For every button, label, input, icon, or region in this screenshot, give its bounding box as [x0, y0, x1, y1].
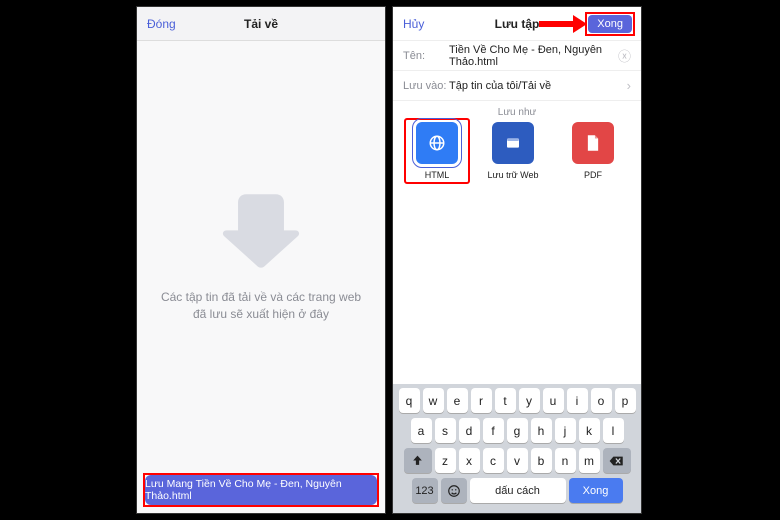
right-header: Hủy Lưu tập Xong	[393, 7, 641, 41]
done-button[interactable]: Xong	[588, 15, 632, 33]
red-arrow-icon	[539, 15, 587, 33]
backspace-icon	[609, 455, 624, 467]
key-d[interactable]: d	[459, 418, 480, 443]
download-toast[interactable]: Lưu Mang Tiền Về Cho Mẹ - Đen, Nguyên Th…	[145, 475, 377, 505]
left-phone-downloads: Đóng Tải về Các tập tin đã tải về và các…	[136, 6, 386, 514]
empty-state: Các tập tin đã tải về và các trang web đ…	[137, 41, 385, 473]
key-emoji[interactable]	[441, 478, 467, 503]
filename-input[interactable]: Tiền Về Cho Mẹ - Đen, Nguyên Thảo.html	[449, 44, 618, 68]
key-return[interactable]: Xong	[569, 478, 623, 503]
key-y[interactable]: y	[519, 388, 540, 413]
shift-icon	[411, 454, 424, 467]
save-title: Lưu tập	[495, 17, 540, 31]
kb-row-4: 123 dấu cách Xong	[396, 478, 638, 503]
empty-text-line-1: Các tập tin đã tải về và các trang web	[161, 289, 361, 306]
key-i[interactable]: i	[567, 388, 588, 413]
clear-icon[interactable]: ⓧ	[618, 46, 631, 65]
chevron-right-icon: ›	[627, 78, 631, 93]
key-j[interactable]: j	[555, 418, 576, 443]
spacer	[393, 188, 641, 384]
done-area: Xong	[539, 12, 635, 36]
kb-row-2: a s d f g h j k l	[396, 418, 638, 443]
highlight-box-download: Lưu Mang Tiền Về Cho Mẹ - Đen, Nguyên Th…	[143, 473, 379, 507]
key-u[interactable]: u	[543, 388, 564, 413]
format-option-pdf[interactable]: PDF	[560, 122, 626, 180]
kb-row-1: q w e r t y u i o p	[396, 388, 638, 413]
key-t[interactable]: t	[495, 388, 516, 413]
key-z[interactable]: z	[435, 448, 456, 473]
key-h[interactable]: h	[531, 418, 552, 443]
left-header: Đóng Tải về	[137, 7, 385, 41]
key-n[interactable]: n	[555, 448, 576, 473]
filename-label: Tên:	[403, 50, 449, 62]
key-b[interactable]: b	[531, 448, 552, 473]
key-shift[interactable]	[404, 448, 432, 473]
key-l[interactable]: l	[603, 418, 624, 443]
key-g[interactable]: g	[507, 418, 528, 443]
key-v[interactable]: v	[507, 448, 528, 473]
key-c[interactable]: c	[483, 448, 504, 473]
cancel-button[interactable]: Hủy	[403, 17, 424, 31]
highlight-box-done: Xong	[585, 12, 635, 36]
key-x[interactable]: x	[459, 448, 480, 473]
key-e[interactable]: e	[447, 388, 468, 413]
saveto-label: Lưu vào:	[403, 80, 449, 92]
format-picker: HTML Lưu trữ Web PDF	[393, 122, 641, 188]
key-s[interactable]: s	[435, 418, 456, 443]
keyboard: q w e r t y u i o p a s d f g h j k l z	[393, 384, 641, 513]
key-a[interactable]: a	[411, 418, 432, 443]
format-option-webarchive[interactable]: Lưu trữ Web	[480, 122, 546, 180]
saveto-value: Tập tin của tôi/Tải về	[449, 80, 627, 92]
key-m[interactable]: m	[579, 448, 600, 473]
saveto-row[interactable]: Lưu vào: Tập tin của tôi/Tải về ›	[393, 71, 641, 101]
key-w[interactable]: w	[423, 388, 444, 413]
download-bar-area: Lưu Mang Tiền Về Cho Mẹ - Đen, Nguyên Th…	[137, 473, 385, 513]
key-backspace[interactable]	[603, 448, 631, 473]
page-title: Tải về	[244, 17, 278, 31]
key-f[interactable]: f	[483, 418, 504, 443]
key-space[interactable]: dấu cách	[470, 478, 566, 503]
format-label-webarchive: Lưu trữ Web	[480, 170, 546, 180]
format-option-html[interactable]: HTML	[404, 118, 470, 184]
key-123[interactable]: 123	[412, 478, 438, 503]
right-phone-save: Hủy Lưu tập Xong Tên: Tiền Về Cho Mẹ - Đ…	[392, 6, 642, 514]
kb-row-3: z x c v b n m	[396, 448, 638, 473]
html-icon	[416, 122, 458, 164]
empty-text-line-2: đã lưu sẽ xuất hiện ở đây	[193, 306, 329, 323]
pdf-icon	[572, 122, 614, 164]
emoji-icon	[447, 484, 461, 498]
close-button[interactable]: Đóng	[147, 17, 176, 31]
key-q[interactable]: q	[399, 388, 420, 413]
key-o[interactable]: o	[591, 388, 612, 413]
webarchive-icon	[492, 122, 534, 164]
filename-row[interactable]: Tên: Tiền Về Cho Mẹ - Đen, Nguyên Thảo.h…	[393, 41, 641, 71]
format-label-pdf: PDF	[560, 170, 626, 180]
key-k[interactable]: k	[579, 418, 600, 443]
download-arrow-icon	[220, 191, 302, 273]
key-p[interactable]: p	[615, 388, 636, 413]
format-label-html: HTML	[408, 170, 466, 180]
key-r[interactable]: r	[471, 388, 492, 413]
